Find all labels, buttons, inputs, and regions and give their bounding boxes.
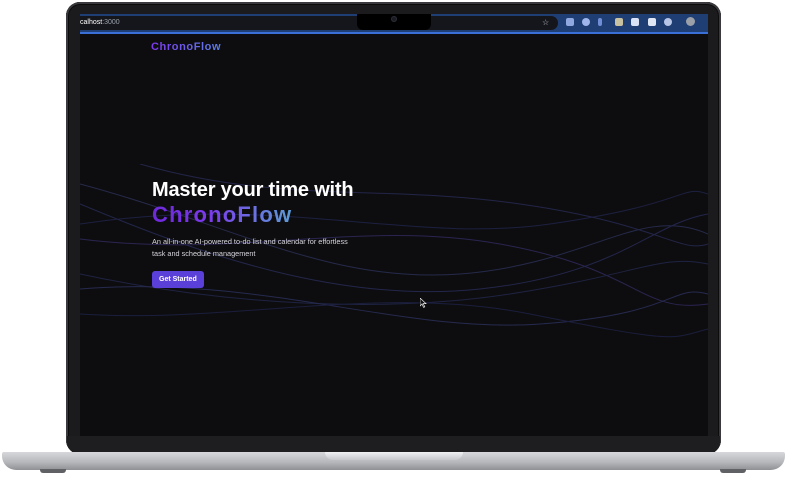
extension-icon[interactable]: [566, 18, 574, 26]
extension-icon[interactable]: [664, 18, 672, 26]
profile-avatar-icon[interactable]: [686, 17, 695, 26]
camera-icon: [391, 16, 397, 22]
laptop-base-opening: [325, 452, 463, 460]
laptop-notch: [357, 14, 431, 30]
address-bar[interactable]: calhost:3000 ☆: [80, 16, 558, 30]
extension-icon[interactable]: [582, 18, 590, 26]
hero-brand: ChronoFlow: [152, 202, 293, 227]
extension-icon[interactable]: [631, 18, 639, 26]
screen: calhost:3000 ☆ ChronoFlow Master your ti…: [80, 14, 708, 436]
laptop-foot: [720, 469, 746, 473]
site-logo[interactable]: ChronoFlow: [151, 41, 221, 53]
extension-icon[interactable]: [648, 18, 656, 26]
get-started-button[interactable]: Get Started: [152, 271, 204, 288]
star-icon[interactable]: ☆: [542, 17, 549, 29]
hero-subtitle: An all-in-one AI-powered to-do list and …: [152, 237, 348, 258]
extension-icon[interactable]: [598, 18, 602, 26]
extension-icon[interactable]: [615, 18, 623, 26]
laptop-foot: [40, 469, 66, 473]
mouse-cursor-icon: [420, 298, 427, 308]
hero-title: Master your time with: [152, 179, 354, 201]
url-text[interactable]: calhost:3000: [80, 17, 120, 29]
